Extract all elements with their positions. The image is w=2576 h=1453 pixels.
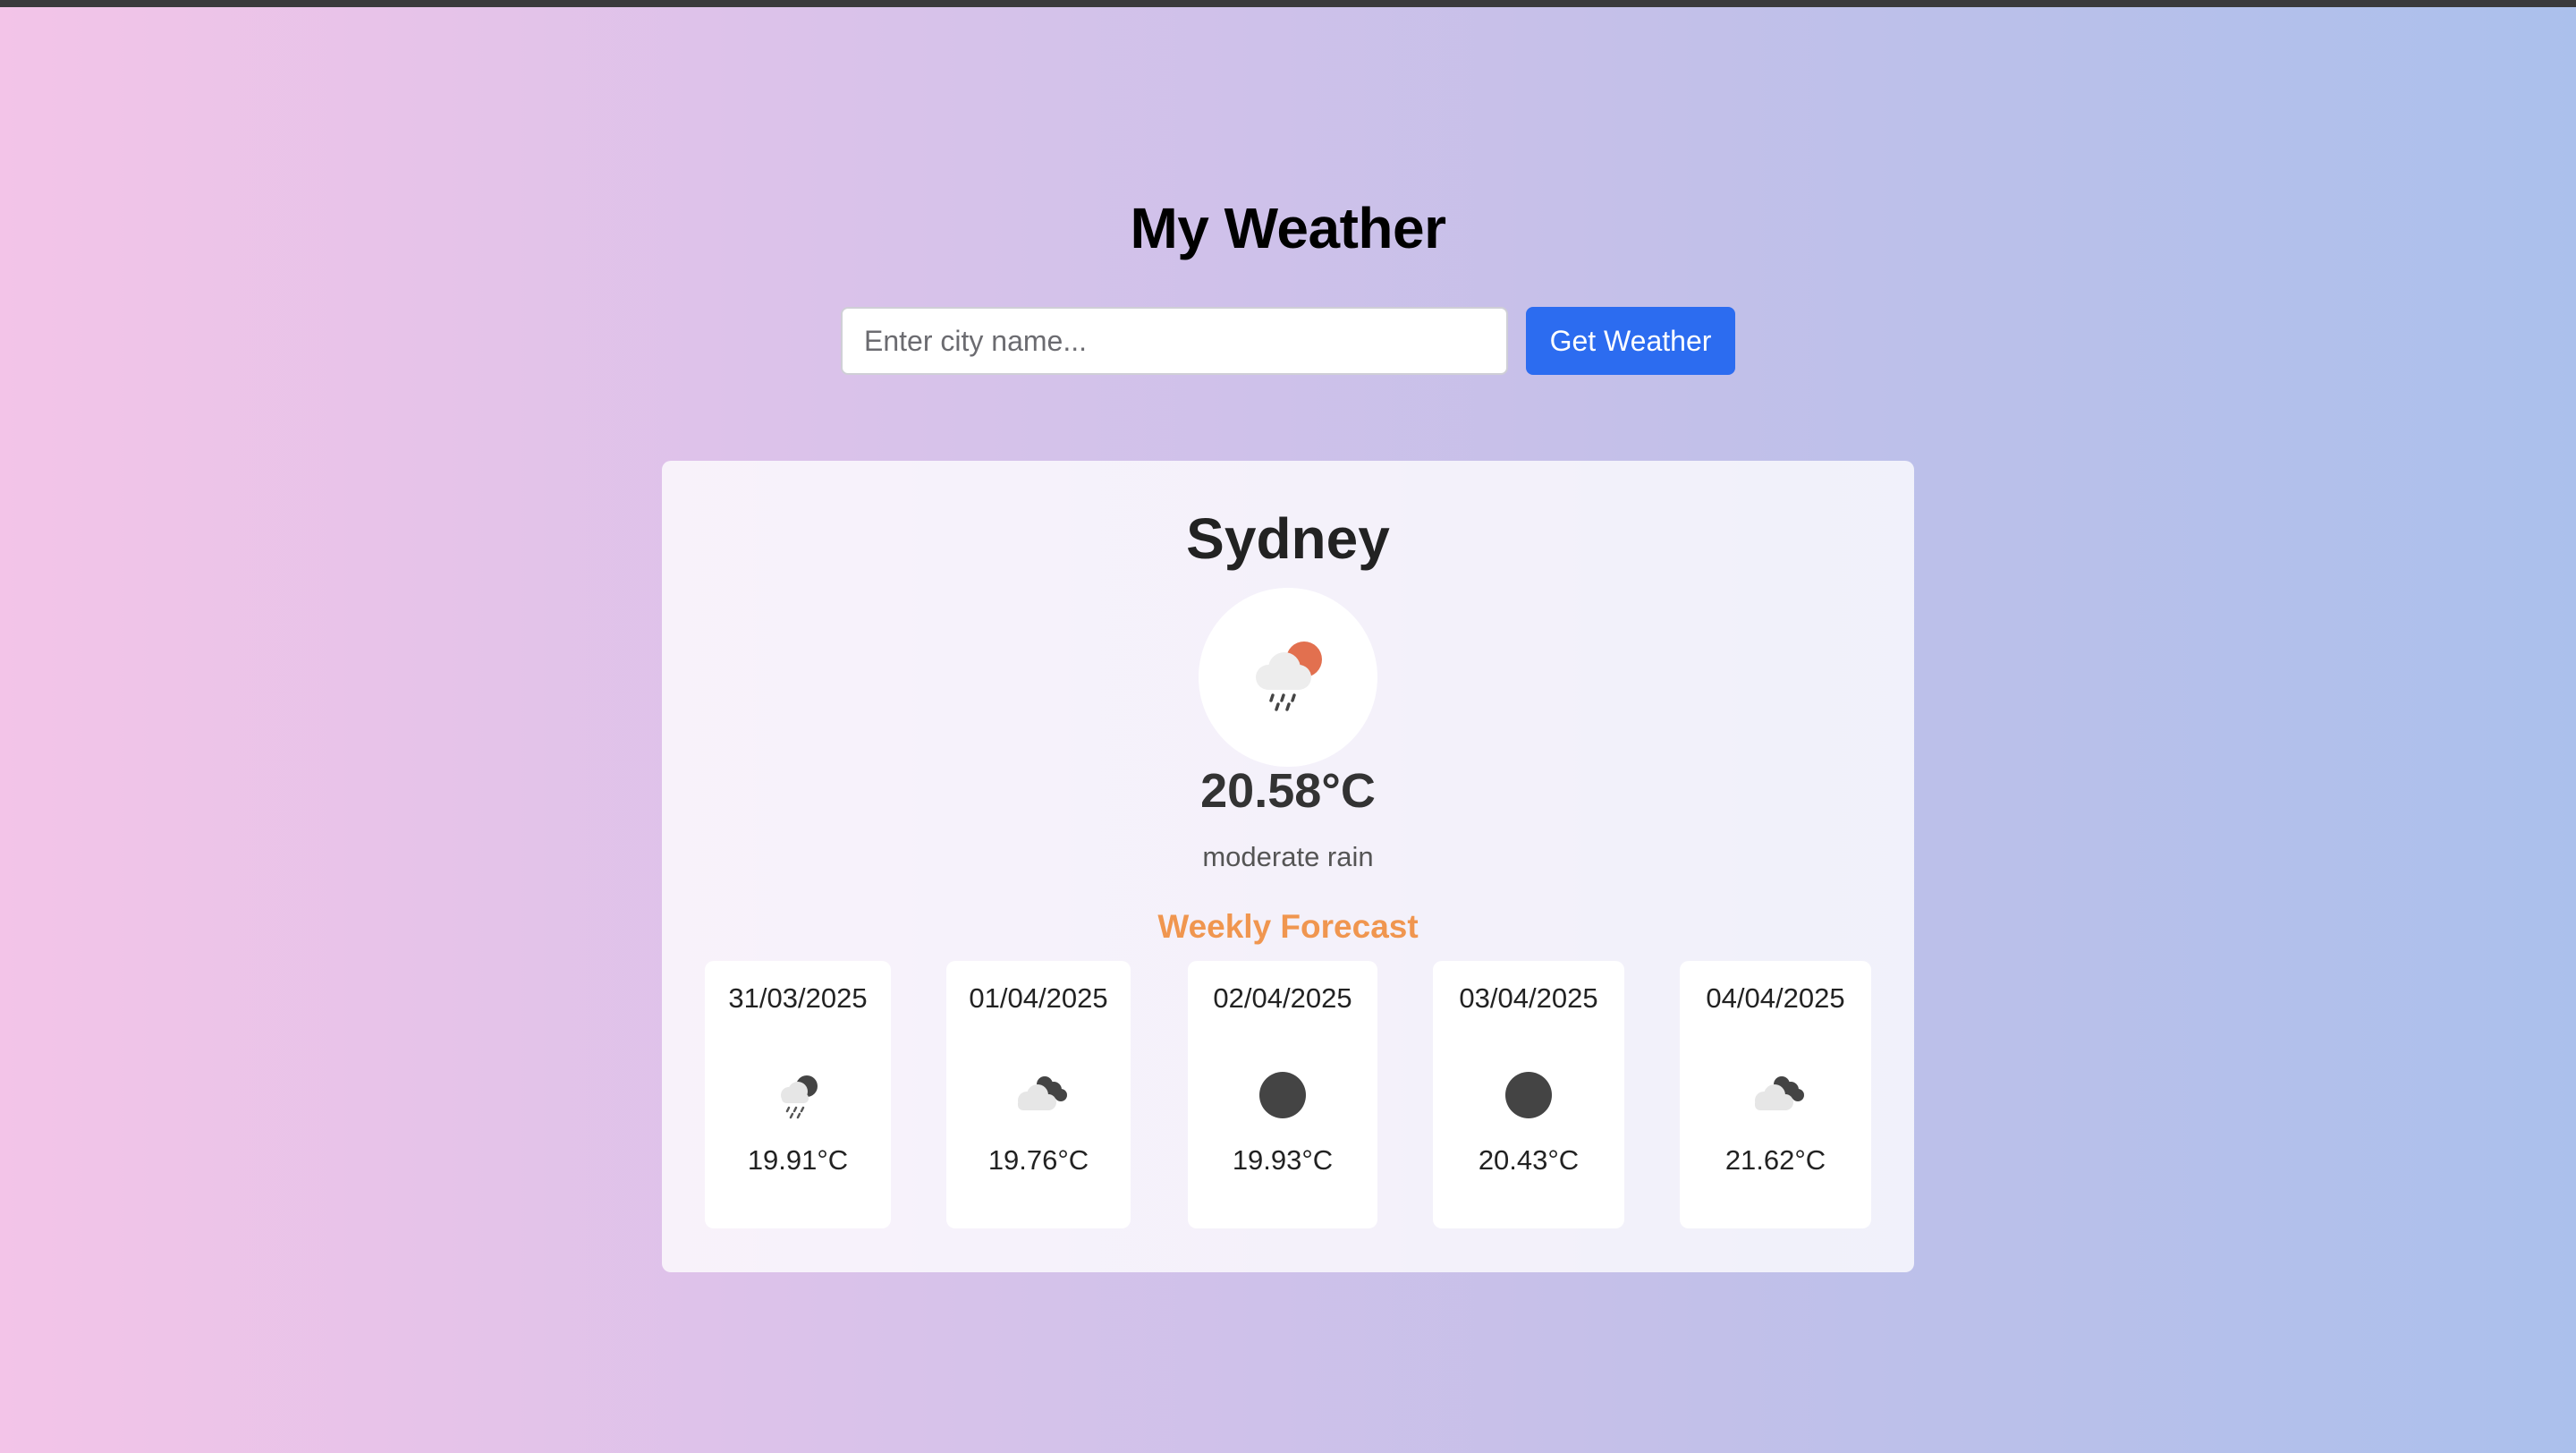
page-title: My Weather <box>1130 196 1446 260</box>
get-weather-button[interactable]: Get Weather <box>1526 307 1735 375</box>
clear-night-icon <box>1505 1072 1552 1118</box>
forecast-temperature: 20.43°C <box>1478 1144 1580 1176</box>
rain-night-icon <box>781 1075 818 1119</box>
forecast-day-card: 31/03/2025 19.91°C <box>705 961 891 1228</box>
forecast-day-card: 02/04/2025 19.93°C <box>1188 961 1377 1228</box>
forecast-temperature: 19.76°C <box>987 1144 1089 1176</box>
current-temperature: 20.58°C <box>1200 764 1376 818</box>
clear-night-icon <box>1259 1072 1306 1118</box>
forecast-title: Weekly Forecast <box>1157 908 1419 945</box>
city-search-input[interactable] <box>841 307 1508 375</box>
forecast-date: 01/04/2025 <box>969 982 1108 1014</box>
forecast-date: 02/04/2025 <box>1213 982 1352 1014</box>
forecast-date: 04/04/2025 <box>1706 982 1845 1014</box>
forecast-day-card: 03/04/2025 20.43°C <box>1433 961 1624 1228</box>
current-weather-icon-container <box>1199 588 1377 767</box>
weather-description: moderate rain <box>1202 841 1374 872</box>
city-name: Sydney <box>1186 506 1390 571</box>
broken-clouds-night-icon <box>1755 1076 1804 1110</box>
forecast-temperature: 19.93°C <box>1232 1144 1334 1176</box>
forecast-temperature: 21.62°C <box>1724 1144 1826 1176</box>
forecast-date: 03/04/2025 <box>1459 982 1598 1014</box>
forecast-date: 31/03/2025 <box>728 982 868 1014</box>
moderate-rain-icon <box>1256 642 1322 711</box>
broken-clouds-night-icon <box>1018 1076 1067 1110</box>
forecast-day-card: 04/04/2025 21.62°C <box>1680 961 1871 1228</box>
forecast-day-card: 01/04/2025 19.76°C <box>946 961 1131 1228</box>
window-top-bar <box>0 0 2576 7</box>
weather-card: Sydney 20.58°C moderate rain Weekly Fore… <box>662 461 1914 1272</box>
search-form: Get Weather <box>841 307 1735 375</box>
forecast-temperature: 19.91°C <box>747 1144 849 1176</box>
